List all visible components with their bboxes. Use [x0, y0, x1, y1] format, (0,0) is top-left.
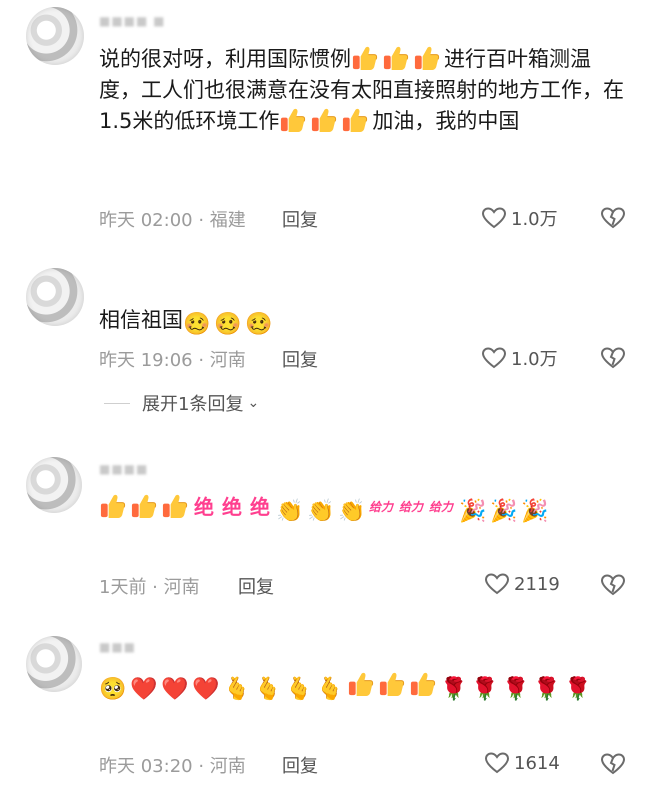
reply-button[interactable]: 回复	[282, 206, 318, 232]
finger-heart-emoji: 🫰	[285, 677, 313, 702]
comment-text-segment: 说的很对呀，利用国际惯例	[99, 47, 351, 71]
comment-time-location: 1天前 · 河南	[99, 577, 200, 598]
rose-emoji: 🌹	[564, 677, 592, 702]
reply-button[interactable]: 回复	[282, 752, 318, 778]
finger-heart-emoji: 🫰	[316, 677, 344, 702]
thumbs-up-emoji	[130, 492, 157, 519]
thumbs-up-emoji	[409, 670, 436, 697]
heart-outline-icon	[481, 346, 507, 370]
comment-text-segment: 相信祖国	[99, 308, 183, 332]
party-popper-emoji: 🎉	[490, 499, 518, 524]
dizzy-face-emoji: 🥴	[214, 312, 242, 337]
jue-sticker: 绝	[250, 495, 270, 519]
party-popper-emoji: 🎉	[459, 499, 487, 524]
broken-heart-outline-icon[interactable]	[600, 752, 626, 776]
avatar[interactable]	[26, 7, 84, 65]
reply-button[interactable]: 回复	[282, 346, 318, 372]
username-blurred[interactable]: ■■■	[99, 640, 136, 654]
red-heart-emoji: ❤️	[130, 677, 158, 702]
jue-sticker: 绝	[194, 495, 214, 519]
thumbs-up-emoji	[347, 670, 374, 697]
like-button[interactable]: 1614	[484, 751, 560, 775]
avatar[interactable]	[26, 457, 82, 513]
finger-heart-emoji: 🫰	[254, 677, 282, 702]
like-count: 1.0万	[511, 349, 558, 370]
rose-emoji: 🌹	[533, 677, 561, 702]
thumbs-up-emoji	[99, 492, 126, 519]
thumbs-up-emoji	[341, 106, 368, 133]
geili-sticker: 给力	[399, 500, 424, 514]
comment-text-segment: 加油，我的中国	[372, 109, 520, 133]
red-heart-emoji: ❤️	[161, 677, 189, 702]
comment-time-location: 昨天 03:20 · 河南	[99, 756, 246, 777]
thumbs-up-emoji	[382, 44, 409, 71]
party-popper-emoji: 🎉	[521, 499, 549, 524]
thumbs-up-emoji	[351, 44, 378, 71]
comment-text: 绝绝绝 👏 👏 👏 给力 给力 给力 🎉 🎉 🎉	[99, 492, 629, 526]
heart-outline-icon	[484, 751, 510, 775]
like-count: 1614	[514, 752, 560, 774]
username-blurred[interactable]: ■■■■	[99, 462, 148, 476]
geili-sticker: 给力	[429, 500, 454, 514]
like-button[interactable]: 2119	[484, 572, 560, 596]
broken-heart-outline-icon[interactable]	[600, 573, 626, 597]
comment-text: 说的很对呀，利用国际惯例 进行百叶箱测温度，工人们也很满意在没有太阳直接照射的地方…	[99, 44, 629, 137]
reply-button[interactable]: 回复	[238, 573, 274, 599]
thumbs-up-emoji	[413, 44, 440, 71]
heart-outline-icon	[481, 206, 507, 230]
clapping-hands-emoji: 👏	[338, 499, 366, 524]
finger-heart-emoji: 🫰	[223, 677, 251, 702]
heart-outline-icon	[484, 572, 510, 596]
rose-emoji: 🌹	[440, 677, 468, 702]
like-button[interactable]: 1.0万	[481, 345, 558, 371]
like-count: 1.0万	[511, 209, 558, 230]
comment-text: 相信祖国🥴 🥴 🥴	[99, 305, 629, 339]
broken-heart-outline-icon[interactable]	[600, 346, 626, 370]
thumbs-up-emoji	[378, 670, 405, 697]
comment-time-location: 昨天 19:06 · 河南	[99, 350, 246, 371]
rose-emoji: 🌹	[502, 677, 530, 702]
username-blurred[interactable]: ■■■■ ■	[99, 14, 166, 28]
pleading-face-emoji: 🥺	[99, 677, 127, 702]
chevron-down-icon: ⌄	[247, 395, 260, 411]
dizzy-face-emoji: 🥴	[183, 312, 211, 337]
jue-sticker: 绝	[222, 495, 242, 519]
divider-line	[104, 402, 130, 404]
avatar[interactable]	[26, 268, 84, 326]
geili-sticker: 给力	[369, 500, 394, 514]
rose-emoji: 🌹	[471, 677, 499, 702]
avatar[interactable]	[26, 636, 82, 692]
comment-text: 🥺 ❤️ ❤️ ❤️ 🫰 🫰 🫰 🫰 🌹 🌹 🌹 🌹 🌹	[99, 670, 629, 704]
comment-time-location: 昨天 02:00 · 福建	[99, 210, 246, 231]
clapping-hands-emoji: 👏	[307, 499, 335, 524]
thumbs-up-emoji	[310, 106, 337, 133]
expand-replies-button[interactable]: 展开1条回复 ⌄	[104, 390, 259, 416]
expand-replies-label: 展开1条回复	[142, 394, 244, 415]
clapping-hands-emoji: 👏	[276, 499, 304, 524]
thumbs-up-emoji	[161, 492, 188, 519]
red-heart-emoji: ❤️	[192, 677, 220, 702]
like-button[interactable]: 1.0万	[481, 205, 558, 231]
dizzy-face-emoji: 🥴	[245, 312, 273, 337]
broken-heart-outline-icon[interactable]	[600, 206, 626, 230]
like-count: 2119	[514, 573, 560, 595]
thumbs-up-emoji	[279, 106, 306, 133]
